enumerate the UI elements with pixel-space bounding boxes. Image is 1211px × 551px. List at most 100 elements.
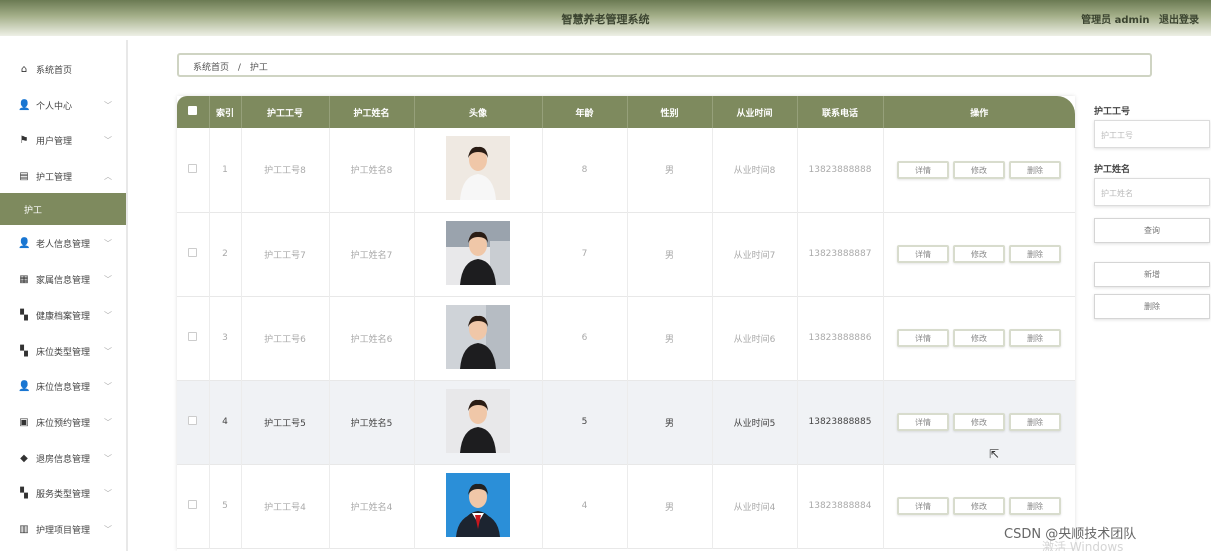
cell-since: 从业时间7 (712, 212, 798, 296)
breadcrumb-separator: / (237, 63, 241, 73)
col-header-since: 从业时间 (712, 96, 798, 128)
row-checkbox[interactable] (188, 248, 198, 257)
sidebar-item-0[interactable]: ⌂ 系统首页 (0, 51, 126, 87)
detail-button[interactable]: 详情 (897, 245, 949, 263)
select-all-checkbox[interactable] (188, 106, 198, 115)
sidebar-item-2[interactable]: ⚑ 用户管理 ﹀ (0, 122, 126, 158)
cell-since: 从业时间4 (712, 464, 798, 548)
query-button[interactable]: 查询 (1094, 218, 1210, 243)
caregiver-table: 索引 护工工号 护工姓名 头像 年龄 性别 从业时间 联系电话 操作 1 护工工号… (177, 96, 1075, 551)
select-all-cell[interactable] (177, 96, 210, 128)
person-icon: 👤 (18, 380, 31, 392)
cell-avatar (414, 212, 543, 296)
sidebar-item-10[interactable]: ▣ 床位预约管理 ﹀ (0, 404, 126, 440)
cell-index: 1 (209, 128, 242, 212)
row-checkbox[interactable] (188, 332, 198, 341)
detail-button[interactable]: 详情 (897, 497, 949, 515)
edit-button[interactable]: 修改 (953, 245, 1005, 263)
sidebar-item-1[interactable]: 👤 个人中心 ﹀ (0, 87, 126, 123)
chevron-down-icon: ﹀ (104, 453, 112, 463)
chevron-down-icon: ﹀ (104, 417, 112, 427)
sidebar-item-5[interactable]: 👤 老人信息管理 ﹀ (0, 225, 126, 261)
col-header-name: 护工姓名 (329, 96, 415, 128)
search-id-input[interactable]: 护工工号 (1094, 120, 1210, 148)
delete-button[interactable]: 删除 (1009, 413, 1061, 431)
col-header-gender: 性别 (627, 96, 713, 128)
person-icon: 👤 (18, 237, 31, 249)
row-checkbox[interactable] (188, 416, 198, 425)
cell-name: 护工姓名6 (329, 296, 415, 380)
cell-name: 护工姓名4 (329, 464, 415, 548)
col-header-index: 索引 (209, 96, 242, 128)
delete-button[interactable]: 删除 (1009, 160, 1061, 179)
avatar (446, 136, 510, 201)
grid-icon: ▚ (20, 487, 28, 499)
admin-label: 管理员 admin (1081, 15, 1150, 26)
sidebar-item-label: 退房信息管理 (36, 454, 91, 465)
sidebar-item-3[interactable]: ▤ 护工管理 ︿ (0, 158, 126, 194)
chevron-down-icon: ﹀ (104, 100, 112, 110)
col-header-id: 护工工号 (241, 96, 330, 128)
edit-button[interactable]: 修改 (953, 329, 1005, 347)
search-id-label: 护工工号 (1094, 107, 1131, 117)
sidebar-item-7[interactable]: ▚ 健康档案管理 ﹀ (0, 297, 126, 333)
cell-id: 护工工号7 (241, 212, 330, 296)
table-row[interactable]: 5 护工工号4 护工姓名4 4 男从业时间4 13823888884 详情 修改 删除 (177, 464, 1075, 548)
chevron-down-icon: ﹀ (104, 524, 112, 534)
cell-id: 护工工号6 (241, 296, 330, 380)
avatar (446, 388, 510, 453)
row-checkbox[interactable] (188, 500, 198, 509)
cell-age: 6 (542, 296, 628, 380)
table-row[interactable]: 4 护工工号5 护工姓名5 5 男从业时间5 13823888885 详情 修改 删除 (177, 380, 1075, 464)
select-cell[interactable] (177, 380, 210, 464)
chevron-down-icon: ﹀ (104, 274, 112, 284)
cell-actions: 详情 修改 删除 (883, 212, 1075, 296)
cell-since: 从业时间5 (712, 380, 798, 464)
cell-phone: 13823888885 (797, 380, 884, 464)
search-name-label: 护工姓名 (1094, 165, 1131, 175)
doc-icon: ▤ (19, 170, 29, 182)
sidebar-item-12[interactable]: ▚ 服务类型管理 ﹀ (0, 475, 126, 511)
sidebar-item-9[interactable]: 👤 床位信息管理 ﹀ (0, 368, 126, 404)
select-cell[interactable] (177, 128, 210, 212)
cell-name: 护工姓名8 (329, 128, 415, 212)
sidebar-item-label: 服务类型管理 (36, 489, 91, 500)
batch-delete-button[interactable]: 删除 (1094, 294, 1210, 319)
search-name-input[interactable]: 护工姓名 (1094, 178, 1210, 206)
sidebar-subitem-caregiver[interactable]: 护工 (0, 193, 126, 225)
select-cell[interactable] (177, 464, 210, 548)
detail-button[interactable]: 详情 (897, 160, 949, 179)
edit-button[interactable]: 修改 (953, 413, 1005, 431)
select-cell[interactable] (177, 212, 210, 296)
cell-since: 从业时间6 (712, 296, 798, 380)
sidebar-item-6[interactable]: ▦ 家属信息管理 ﹀ (0, 261, 126, 297)
delete-button[interactable]: 删除 (1009, 245, 1061, 263)
sidebar-item-label: 用户管理 (36, 136, 73, 147)
table-row[interactable]: 1 护工工号8 护工姓名8 8 男从业时间8 13823888888 详情 修改 删除 (177, 128, 1075, 212)
table-row[interactable]: 3 护工工号6 护工姓名6 6 男从业时间6 13823888886 详情 修改 删除 (177, 296, 1075, 380)
chevron-up-icon: ︿ (104, 171, 112, 181)
breadcrumb-home[interactable]: 系统首页 (193, 63, 229, 73)
cell-since: 从业时间8 (712, 128, 798, 212)
sidebar-item-13[interactable]: ▥ 护理项目管理 ﹀ (0, 511, 126, 547)
sidebar-item-label: 床位预约管理 (36, 418, 91, 429)
edit-button[interactable]: 修改 (953, 497, 1005, 515)
mouse-cursor-icon: ⇱ (989, 447, 1000, 461)
detail-button[interactable]: 详情 (897, 413, 949, 431)
delete-button[interactable]: 删除 (1009, 329, 1061, 347)
edit-icon: ▣ (19, 416, 29, 428)
logout-link[interactable]: 退出登录 (1159, 15, 1199, 26)
sidebar-item-8[interactable]: ▚ 床位类型管理 ﹀ (0, 333, 126, 369)
table-row[interactable]: 2 护工工号7 护工姓名7 7 男从业时间7 13823888887 详情 修改 删除 (177, 212, 1075, 296)
select-cell[interactable] (177, 296, 210, 380)
edit-button[interactable]: 修改 (953, 160, 1005, 179)
row-checkbox[interactable] (188, 163, 198, 173)
add-button[interactable]: 新增 (1094, 262, 1210, 287)
avatar (446, 304, 510, 369)
cell-id: 护工工号4 (241, 464, 330, 548)
sidebar-item-11[interactable]: ◆ 退房信息管理 ﹀ (0, 440, 126, 476)
delete-button[interactable]: 删除 (1009, 497, 1061, 515)
avatar (446, 220, 510, 285)
cell-gender: 男 (627, 380, 713, 464)
detail-button[interactable]: 详情 (897, 329, 949, 347)
